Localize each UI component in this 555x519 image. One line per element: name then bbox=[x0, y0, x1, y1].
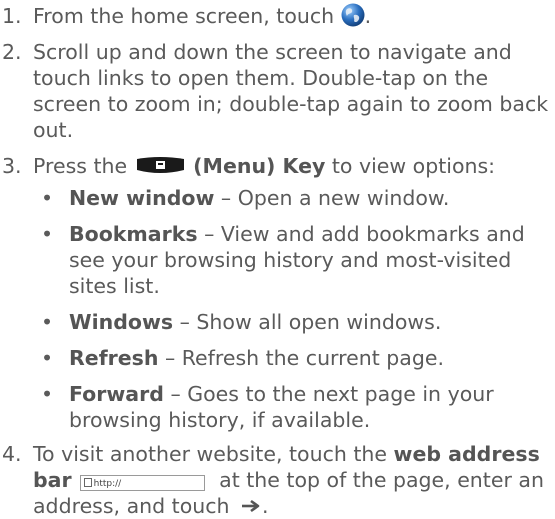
option-forward: • Forward – Goes to the next page in you… bbox=[33, 381, 553, 433]
option-refresh: • Refresh – Refresh the current page. bbox=[33, 345, 553, 371]
step-text: From the home screen, touch bbox=[33, 4, 341, 28]
option-term: Forward bbox=[69, 382, 164, 406]
menu-key-icon bbox=[134, 156, 187, 176]
option-desc: – Refresh the current page. bbox=[158, 346, 444, 370]
option-desc: – Open a new window. bbox=[214, 186, 450, 210]
url-text: http:// bbox=[93, 479, 122, 489]
step-number: 3. bbox=[2, 154, 22, 178]
step-number: 2. bbox=[2, 40, 22, 64]
bullet: • bbox=[41, 382, 54, 406]
page-icon bbox=[83, 478, 92, 487]
step-text-end: . bbox=[364, 4, 372, 28]
instructions-page: 1. From the home screen, touch . 2. Scro… bbox=[0, 0, 555, 518]
bullet: • bbox=[41, 222, 54, 246]
step-number: 1. bbox=[2, 4, 22, 28]
step-text-end: . bbox=[262, 494, 269, 518]
option-new-window: • New window – Open a new window. bbox=[33, 185, 553, 211]
option-term: New window bbox=[69, 186, 215, 210]
step-3: 3. Press the (Menu) Key to view options:… bbox=[0, 153, 553, 433]
menu-options-list: • New window – Open a new window. • Book… bbox=[33, 185, 553, 433]
step-text: Press the bbox=[33, 154, 134, 178]
step-1: 1. From the home screen, touch . bbox=[0, 3, 553, 29]
option-windows: • Windows – Show all open windows. bbox=[33, 309, 553, 335]
option-term: Refresh bbox=[69, 346, 159, 370]
step-4: 4. To visit another website, touch the w… bbox=[0, 441, 553, 519]
menu-key-label: (Menu) Key bbox=[193, 154, 326, 178]
bullet: • bbox=[41, 346, 54, 370]
step-text-end: to view options: bbox=[325, 154, 496, 178]
web-address-bar-image: http:// bbox=[79, 475, 205, 491]
step-text: To visit another website, touch the bbox=[33, 442, 394, 466]
steps-list: 1. From the home screen, touch . 2. Scro… bbox=[0, 0, 553, 519]
option-term: Bookmarks bbox=[69, 222, 198, 246]
option-desc: – Show all open windows. bbox=[173, 310, 442, 334]
step-number: 4. bbox=[2, 442, 22, 466]
step-text: Scroll up and down the screen to navigat… bbox=[33, 40, 549, 142]
browser-globe-icon bbox=[341, 3, 365, 27]
option-bookmarks: • Bookmarks – View and add bookmarks and… bbox=[33, 221, 553, 299]
bullet: • bbox=[41, 186, 54, 210]
arrow-right-icon bbox=[240, 493, 262, 513]
option-term: Windows bbox=[69, 310, 174, 334]
bullet: • bbox=[41, 310, 54, 334]
step-2: 2. Scroll up and down the screen to navi… bbox=[0, 39, 553, 143]
